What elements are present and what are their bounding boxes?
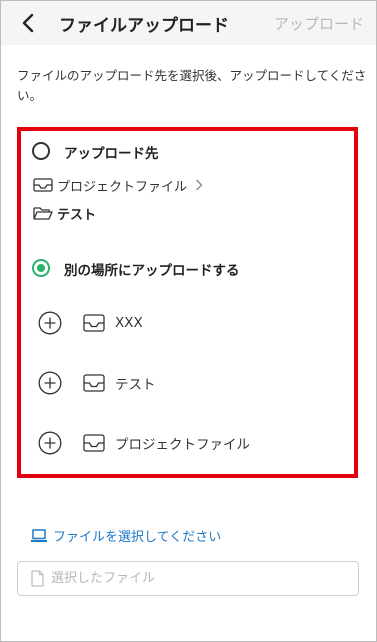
destination-item[interactable]: テスト bbox=[38, 370, 348, 396]
destination-item[interactable]: プロジェクトファイル bbox=[38, 430, 348, 456]
folder-open-icon bbox=[33, 206, 53, 220]
page-title: ファイルアップロード bbox=[59, 16, 229, 36]
tray-icon bbox=[83, 374, 105, 392]
breadcrumb-label: プロジェクトファイル bbox=[57, 179, 188, 195]
selected-file-input[interactable] bbox=[51, 571, 341, 586]
destination-item-label: プロジェクトファイル bbox=[115, 437, 250, 453]
tray-icon bbox=[83, 434, 105, 452]
laptop-icon bbox=[31, 528, 47, 542]
breadcrumb[interactable]: プロジェクトファイル bbox=[33, 176, 207, 195]
destination-item-label: XXX bbox=[115, 315, 143, 331]
plus-circle-icon[interactable] bbox=[38, 431, 62, 455]
document-icon bbox=[31, 570, 44, 587]
radio-other-location[interactable] bbox=[32, 259, 50, 277]
radio-upload-destination[interactable] bbox=[32, 142, 50, 160]
chevron-left-icon bbox=[22, 13, 34, 33]
plus-circle-icon[interactable] bbox=[38, 311, 62, 335]
app-header: ファイルアップロード アップロード bbox=[1, 1, 376, 45]
selected-file-field bbox=[17, 561, 359, 596]
destination-item[interactable]: XXX bbox=[38, 310, 348, 336]
chevron-right-icon bbox=[196, 179, 203, 191]
other-location-label: 別の場所にアップロードする bbox=[64, 263, 240, 279]
select-file-label: ファイルを選択してください bbox=[53, 530, 222, 545]
tray-icon bbox=[83, 314, 105, 332]
current-folder: テスト bbox=[33, 204, 97, 223]
upload-destination-label: アップロード先 bbox=[64, 146, 159, 162]
back-button[interactable] bbox=[15, 9, 43, 37]
current-folder-label: テスト bbox=[57, 207, 97, 223]
instruction-text: ファイルのアップロード先を選択後、アップロードしてください。 bbox=[17, 68, 367, 103]
select-file-link[interactable]: ファイルを選択してください bbox=[30, 526, 221, 545]
tray-icon bbox=[33, 178, 53, 192]
destination-item-label: テスト bbox=[115, 377, 156, 393]
upload-button[interactable]: アップロード bbox=[274, 13, 364, 34]
plus-circle-icon[interactable] bbox=[38, 371, 62, 395]
